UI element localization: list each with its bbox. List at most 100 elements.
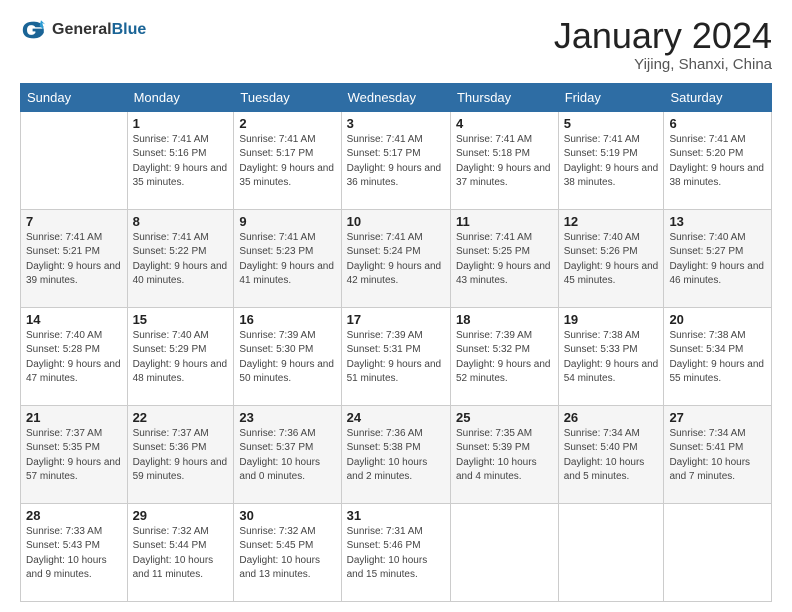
day-info: Sunrise: 7:41 AM Sunset: 5:25 PM Dayligh… (456, 231, 553, 289)
calendar-cell (664, 503, 772, 601)
day-number: 26 (564, 410, 659, 425)
day-number: 14 (26, 312, 122, 327)
day-number: 18 (456, 312, 553, 327)
calendar-cell: 27 Sunrise: 7:34 AM Sunset: 5:41 PM Dayli… (664, 405, 772, 503)
day-number: 23 (239, 410, 335, 425)
calendar-week-row: 21 Sunrise: 7:37 AM Sunset: 5:35 PM Dayli… (21, 405, 772, 503)
day-info: Sunrise: 7:41 AM Sunset: 5:20 PM Dayligh… (669, 133, 766, 191)
logo: GeneralBlue (20, 16, 146, 44)
day-info: Sunrise: 7:40 AM Sunset: 5:27 PM Dayligh… (669, 231, 766, 289)
weekday-header: Friday (558, 83, 664, 111)
calendar-cell: 15 Sunrise: 7:40 AM Sunset: 5:29 PM Dayli… (127, 307, 234, 405)
title-block: January 2024 Yijing, Shanxi, China (554, 16, 772, 73)
day-number: 17 (347, 312, 445, 327)
weekday-header: Wednesday (341, 83, 450, 111)
weekday-header: Tuesday (234, 83, 341, 111)
weekday-header: Monday (127, 83, 234, 111)
location: Yijing, Shanxi, China (554, 56, 772, 73)
calendar-week-row: 7 Sunrise: 7:41 AM Sunset: 5:21 PM Daylig… (21, 209, 772, 307)
day-info: Sunrise: 7:40 AM Sunset: 5:29 PM Dayligh… (133, 329, 229, 387)
calendar-week-row: 28Sunrise: 7:33 AM Sunset: 5:43 PM Dayli… (21, 503, 772, 601)
day-info: Sunrise: 7:38 AM Sunset: 5:34 PM Dayligh… (669, 329, 766, 387)
day-number: 1 (133, 116, 229, 131)
day-info: Sunrise: 7:41 AM Sunset: 5:17 PM Dayligh… (347, 133, 445, 191)
day-number: 29 (133, 508, 229, 523)
calendar-cell: 26 Sunrise: 7:34 AM Sunset: 5:40 PM Dayli… (558, 405, 664, 503)
day-info: Sunrise: 7:36 AM Sunset: 5:37 PM Dayligh… (239, 427, 335, 485)
day-info: Sunrise: 7:41 AM Sunset: 5:17 PM Dayligh… (239, 133, 335, 191)
day-number: 13 (669, 214, 766, 229)
month-title: January 2024 (554, 16, 772, 56)
day-number: 19 (564, 312, 659, 327)
calendar-cell: 21 Sunrise: 7:37 AM Sunset: 5:35 PM Dayli… (21, 405, 128, 503)
day-info: Sunrise: 7:39 AM Sunset: 5:30 PM Dayligh… (239, 329, 335, 387)
day-number: 6 (669, 116, 766, 131)
day-number: 25 (456, 410, 553, 425)
day-number: 15 (133, 312, 229, 327)
day-number: 5 (564, 116, 659, 131)
day-info: Sunrise: 7:38 AM Sunset: 5:33 PM Dayligh… (564, 329, 659, 387)
calendar-cell: 19 Sunrise: 7:38 AM Sunset: 5:33 PM Dayli… (558, 307, 664, 405)
calendar-cell (558, 503, 664, 601)
logo-icon (20, 16, 48, 44)
day-info: Sunrise: 7:31 AM Sunset: 5:46 PM Dayligh… (347, 525, 445, 583)
weekday-header-row: SundayMondayTuesdayWednesdayThursdayFrid… (21, 83, 772, 111)
day-number: 31 (347, 508, 445, 523)
page: GeneralBlue January 2024 Yijing, Shanxi,… (0, 0, 792, 612)
day-info: Sunrise: 7:39 AM Sunset: 5:32 PM Dayligh… (456, 329, 553, 387)
day-info: Sunrise: 7:41 AM Sunset: 5:18 PM Dayligh… (456, 133, 553, 191)
calendar-cell: 17 Sunrise: 7:39 AM Sunset: 5:31 PM Dayli… (341, 307, 450, 405)
day-number: 22 (133, 410, 229, 425)
day-number: 21 (26, 410, 122, 425)
day-number: 28 (26, 508, 122, 523)
calendar-cell: 11Sunrise: 7:41 AM Sunset: 5:25 PM Dayli… (450, 209, 558, 307)
logo-text: GeneralBlue (52, 22, 146, 38)
calendar-cell: 20 Sunrise: 7:38 AM Sunset: 5:34 PM Dayli… (664, 307, 772, 405)
calendar-cell: 24 Sunrise: 7:36 AM Sunset: 5:38 PM Dayli… (341, 405, 450, 503)
day-info: Sunrise: 7:41 AM Sunset: 5:22 PM Dayligh… (133, 231, 229, 289)
calendar-cell (21, 111, 128, 209)
day-info: Sunrise: 7:32 AM Sunset: 5:44 PM Dayligh… (133, 525, 229, 583)
day-number: 20 (669, 312, 766, 327)
day-number: 8 (133, 214, 229, 229)
calendar-cell: 6 Sunrise: 7:41 AM Sunset: 5:20 PM Daylig… (664, 111, 772, 209)
calendar-cell: 30 Sunrise: 7:32 AM Sunset: 5:45 PM Dayli… (234, 503, 341, 601)
day-info: Sunrise: 7:41 AM Sunset: 5:21 PM Dayligh… (26, 231, 122, 289)
day-info: Sunrise: 7:41 AM Sunset: 5:24 PM Dayligh… (347, 231, 445, 289)
day-info: Sunrise: 7:41 AM Sunset: 5:23 PM Dayligh… (239, 231, 335, 289)
calendar-cell: 31 Sunrise: 7:31 AM Sunset: 5:46 PM Dayli… (341, 503, 450, 601)
calendar-cell: 23 Sunrise: 7:36 AM Sunset: 5:37 PM Dayli… (234, 405, 341, 503)
calendar-cell: 29 Sunrise: 7:32 AM Sunset: 5:44 PM Dayli… (127, 503, 234, 601)
calendar-cell: 10 Sunrise: 7:41 AM Sunset: 5:24 PM Dayli… (341, 209, 450, 307)
day-info: Sunrise: 7:39 AM Sunset: 5:31 PM Dayligh… (347, 329, 445, 387)
calendar-table: SundayMondayTuesdayWednesdayThursdayFrid… (20, 83, 772, 602)
calendar-cell: 16 Sunrise: 7:39 AM Sunset: 5:30 PM Dayli… (234, 307, 341, 405)
calendar-cell: 18 Sunrise: 7:39 AM Sunset: 5:32 PM Dayli… (450, 307, 558, 405)
calendar-cell: 14Sunrise: 7:40 AM Sunset: 5:28 PM Dayli… (21, 307, 128, 405)
day-number: 27 (669, 410, 766, 425)
day-number: 3 (347, 116, 445, 131)
day-number: 10 (347, 214, 445, 229)
day-number: 30 (239, 508, 335, 523)
calendar-cell: 9Sunrise: 7:41 AM Sunset: 5:23 PM Daylig… (234, 209, 341, 307)
day-info: Sunrise: 7:35 AM Sunset: 5:39 PM Dayligh… (456, 427, 553, 485)
calendar-cell (450, 503, 558, 601)
day-info: Sunrise: 7:37 AM Sunset: 5:35 PM Dayligh… (26, 427, 122, 485)
calendar-cell: 13 Sunrise: 7:40 AM Sunset: 5:27 PM Dayli… (664, 209, 772, 307)
day-number: 2 (239, 116, 335, 131)
weekday-header: Saturday (664, 83, 772, 111)
weekday-header: Thursday (450, 83, 558, 111)
day-number: 16 (239, 312, 335, 327)
calendar-cell: 22Sunrise: 7:37 AM Sunset: 5:36 PM Dayli… (127, 405, 234, 503)
day-info: Sunrise: 7:32 AM Sunset: 5:45 PM Dayligh… (239, 525, 335, 583)
calendar-cell: 28Sunrise: 7:33 AM Sunset: 5:43 PM Dayli… (21, 503, 128, 601)
day-info: Sunrise: 7:40 AM Sunset: 5:26 PM Dayligh… (564, 231, 659, 289)
calendar-week-row: 1Sunrise: 7:41 AM Sunset: 5:16 PM Daylig… (21, 111, 772, 209)
day-info: Sunrise: 7:36 AM Sunset: 5:38 PM Dayligh… (347, 427, 445, 485)
calendar-cell: 12Sunrise: 7:40 AM Sunset: 5:26 PM Dayli… (558, 209, 664, 307)
day-info: Sunrise: 7:34 AM Sunset: 5:40 PM Dayligh… (564, 427, 659, 485)
day-info: Sunrise: 7:34 AM Sunset: 5:41 PM Dayligh… (669, 427, 766, 485)
day-number: 24 (347, 410, 445, 425)
calendar-cell: 25 Sunrise: 7:35 AM Sunset: 5:39 PM Dayli… (450, 405, 558, 503)
day-number: 7 (26, 214, 122, 229)
